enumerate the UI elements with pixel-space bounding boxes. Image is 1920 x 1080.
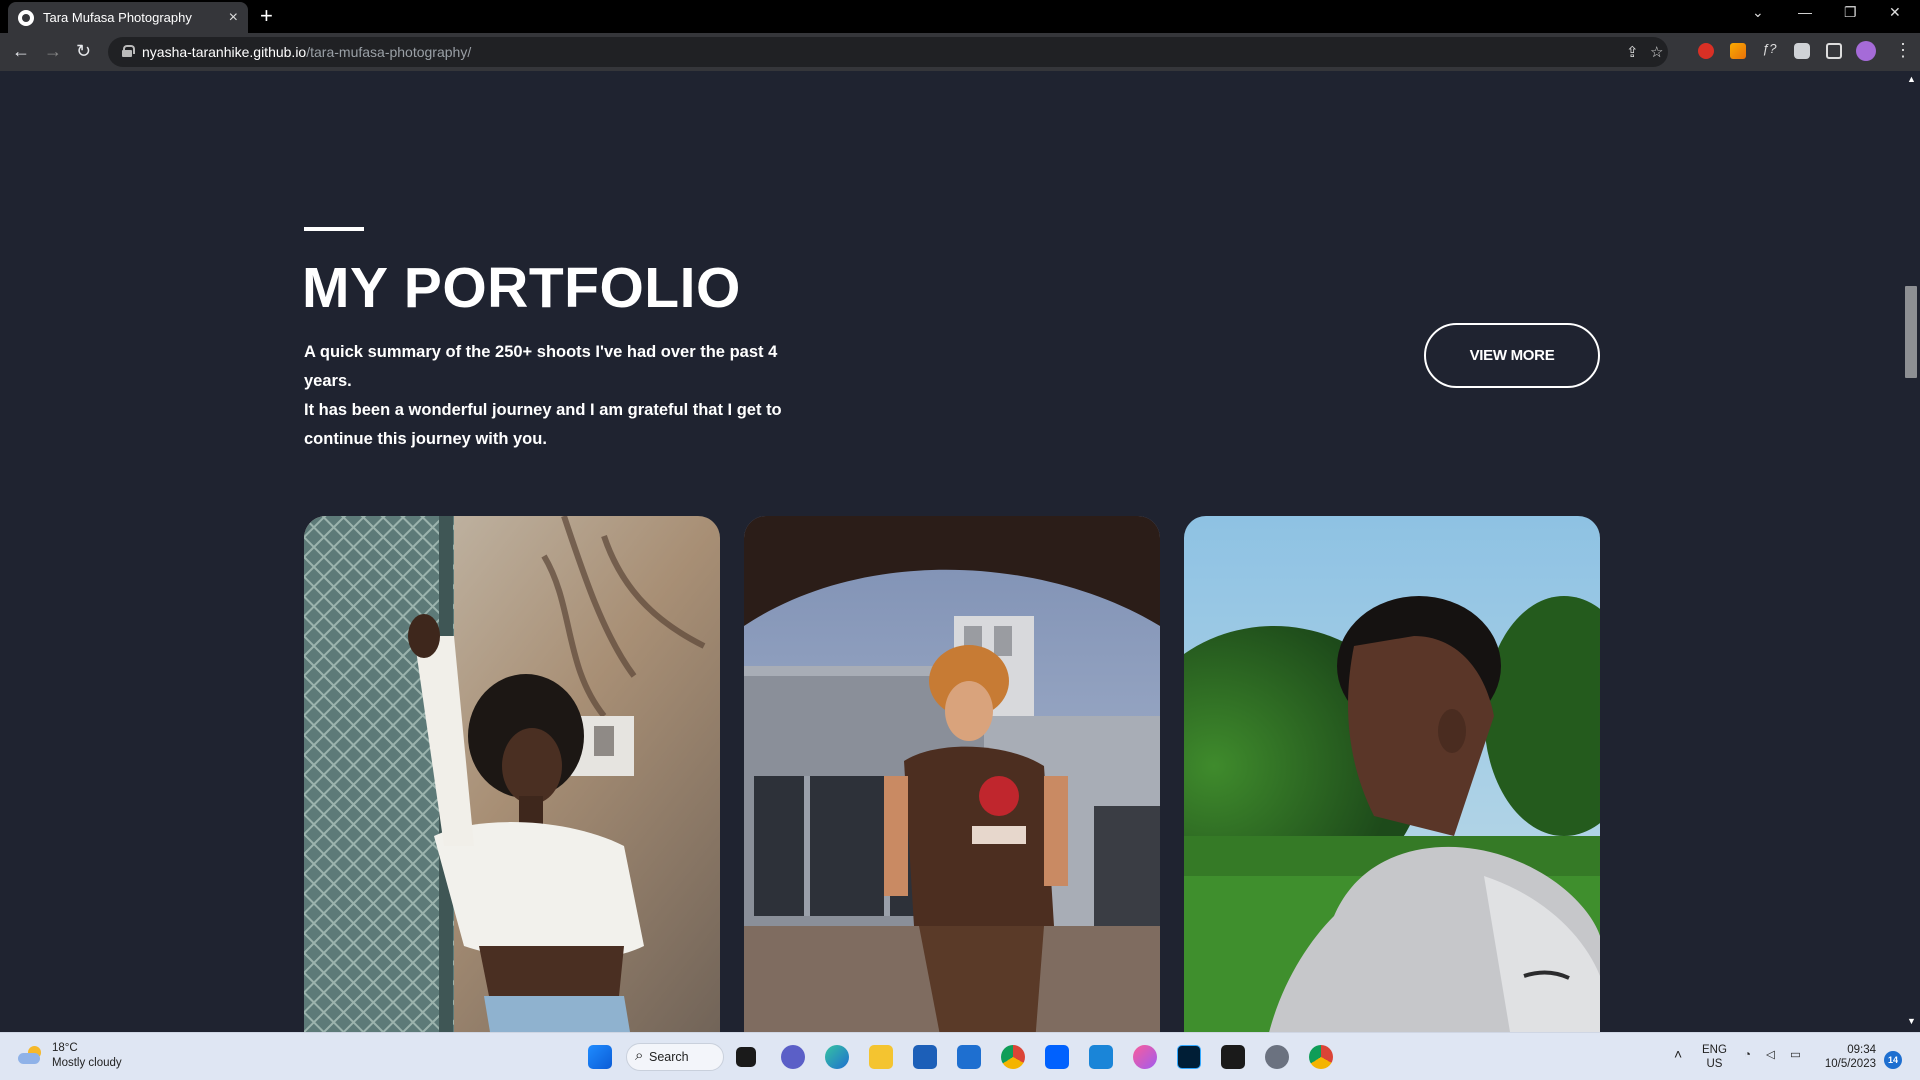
portfolio-photo-man-profile[interactable] xyxy=(1184,516,1600,1032)
task-view-icon[interactable] xyxy=(736,1047,756,1067)
photo-woman-fence-image xyxy=(304,516,720,1032)
portfolio-title: MY PORTFOLIO xyxy=(302,256,741,320)
restore-icon[interactable]: ❐ xyxy=(1844,4,1857,21)
profile-avatar[interactable] xyxy=(1856,41,1876,61)
photo-man-profile-image xyxy=(1184,516,1600,1032)
taskbar-search-label: Search xyxy=(649,1050,689,1064)
tab-search-chevron-icon[interactable]: ⌄ xyxy=(1752,4,1764,21)
partly-cloudy-icon xyxy=(18,1046,44,1066)
browser-tab[interactable]: Tara Mufasa Photography × xyxy=(8,2,248,33)
adobe-bridge-icon[interactable] xyxy=(1221,1045,1245,1069)
share-icon[interactable]: ⇪ xyxy=(1626,43,1639,61)
side-panel-icon[interactable] xyxy=(1826,43,1842,59)
system-clock[interactable]: 09:34 10/5/2023 xyxy=(1820,1043,1876,1071)
reload-icon[interactable]: ↻ xyxy=(76,42,91,60)
extension-formula-icon[interactable]: ƒ? xyxy=(1762,41,1778,57)
language-code: ENG xyxy=(1702,1044,1727,1056)
minimize-icon[interactable]: — xyxy=(1798,4,1812,20)
url-host: nyasha-taranhike.github.io xyxy=(142,44,307,60)
chrome-icon[interactable] xyxy=(1001,1045,1025,1069)
browser-menu-icon[interactable]: ⋮ xyxy=(1894,40,1912,61)
language-indicator[interactable]: ENG US xyxy=(1702,1043,1727,1071)
clock-time: 09:34 xyxy=(1847,1044,1876,1056)
back-icon[interactable]: ← xyxy=(12,42,30,60)
scrollbar-thumb[interactable] xyxy=(1905,286,1917,378)
browser-tabstrip: Tara Mufasa Photography × + ⌄ — ❐ ✕ xyxy=(0,0,1920,33)
scroll-down-arrow-icon[interactable]: ▼ xyxy=(1907,1016,1916,1026)
extension-red-icon[interactable] xyxy=(1698,43,1714,59)
vscode-icon[interactable] xyxy=(1089,1045,1113,1069)
tray-overflow-chevron-icon[interactable]: ˄ xyxy=(1674,1047,1682,1061)
taskbar-search-button[interactable]: Search xyxy=(626,1043,724,1071)
weather-temperature: 18°C xyxy=(52,1042,78,1054)
file-explorer-icon[interactable] xyxy=(869,1045,893,1069)
portfolio-description-line1: A quick summary of the 250+ shoots I've … xyxy=(304,343,778,390)
new-tab-icon[interactable]: + xyxy=(260,5,273,27)
dropbox-icon[interactable] xyxy=(1045,1045,1069,1069)
photoshop-icon[interactable] xyxy=(1177,1045,1201,1069)
windows-start-icon[interactable] xyxy=(588,1045,612,1069)
region-code: US xyxy=(1706,1058,1723,1070)
portfolio-description: A quick summary of the 250+ shoots I've … xyxy=(304,338,804,454)
mail-icon[interactable] xyxy=(957,1045,981,1069)
portfolio-description-line2: It has been a wonderful journey and I am… xyxy=(304,401,782,448)
window-close-icon[interactable]: ✕ xyxy=(1889,4,1901,21)
itunes-icon[interactable] xyxy=(1133,1045,1157,1069)
extensions-puzzle-icon[interactable] xyxy=(1794,43,1810,59)
tab-title: Tara Mufasa Photography xyxy=(43,10,192,25)
clock-date: 10/5/2023 xyxy=(1824,1058,1876,1070)
browser-toolbar: ← → ↻ nyasha-taranhike.github.io/tara-mu… xyxy=(0,33,1920,71)
edge-browser-icon[interactable] xyxy=(825,1045,849,1069)
windows-taskbar: 18°C Mostly cloudy Search ˄ ENG US ◔ ◁ ▭… xyxy=(0,1032,1920,1080)
lock-icon[interactable] xyxy=(122,45,135,57)
url-text[interactable]: nyasha-taranhike.github.io/tara-mufasa-p… xyxy=(142,44,471,60)
scroll-up-arrow-icon[interactable]: ▲ xyxy=(1907,74,1916,84)
bookmark-star-icon[interactable]: ☆ xyxy=(1650,43,1663,61)
wifi-icon[interactable]: ◔ xyxy=(1744,1048,1751,1062)
microsoft-store-icon[interactable] xyxy=(913,1045,937,1069)
close-tab-icon[interactable]: × xyxy=(229,9,238,26)
teams-chat-icon[interactable] xyxy=(781,1045,805,1069)
url-path: /tara-mufasa-photography/ xyxy=(306,44,472,60)
address-bar[interactable]: nyasha-taranhike.github.io/tara-mufasa-p… xyxy=(108,37,1668,67)
chrome-active-icon[interactable] xyxy=(1309,1045,1333,1069)
volume-icon[interactable]: ◁ xyxy=(1766,1048,1775,1062)
settings-gear-icon[interactable] xyxy=(1265,1045,1289,1069)
view-more-button[interactable]: VIEW MORE xyxy=(1424,323,1600,388)
portfolio-photo-man-building[interactable] xyxy=(744,516,1160,1032)
page-scrollbar[interactable] xyxy=(1904,71,1920,1032)
site-favicon-icon xyxy=(18,9,34,26)
section-accent-line xyxy=(304,227,364,231)
photo-man-building-image xyxy=(744,516,1160,1032)
weather-widget[interactable]: 18°C Mostly cloudy xyxy=(18,1041,122,1071)
forward-icon[interactable]: → xyxy=(44,42,62,60)
notification-count-badge[interactable]: 14 xyxy=(1884,1051,1902,1069)
portfolio-photo-woman-fence[interactable] xyxy=(304,516,720,1032)
weather-description: Mostly cloudy xyxy=(52,1057,122,1069)
page-viewport: MY PORTFOLIO A quick summary of the 250+… xyxy=(0,71,1904,1032)
battery-icon[interactable]: ▭ xyxy=(1790,1048,1801,1062)
extension-pen-icon[interactable] xyxy=(1730,43,1746,59)
